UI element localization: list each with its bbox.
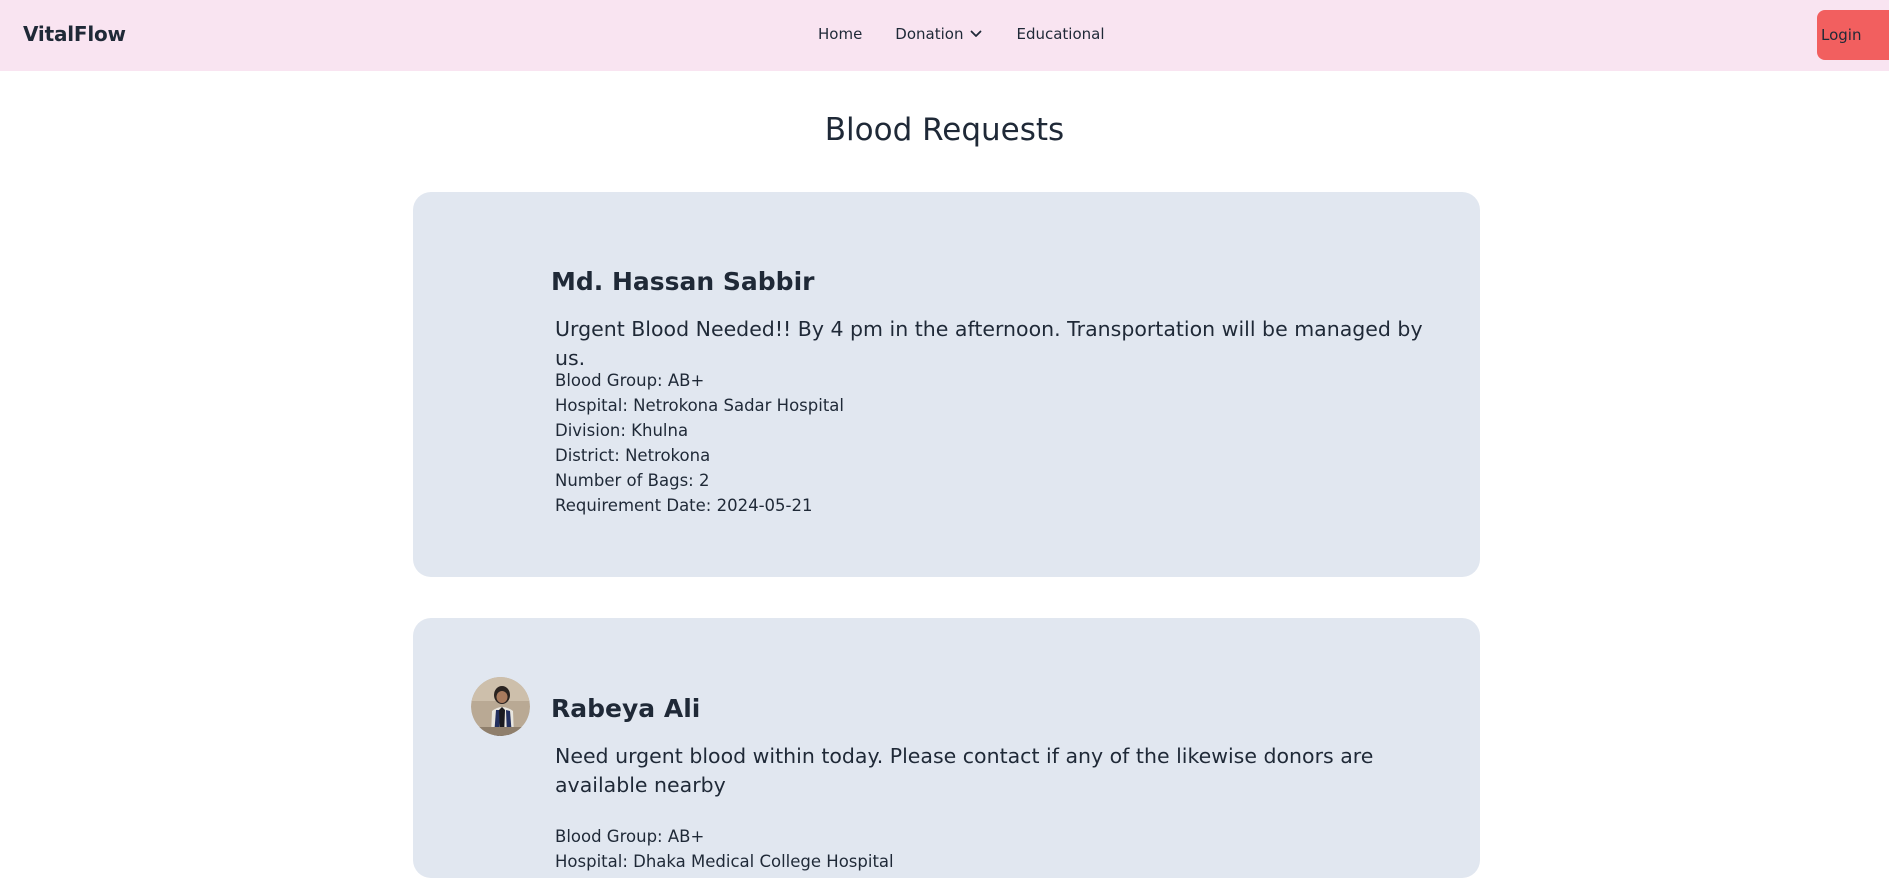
request-details: Blood Group: AB+ Hospital: Netrokona Sad… bbox=[555, 368, 844, 518]
detail-hospital: Hospital: Netrokona Sadar Hospital bbox=[555, 396, 844, 415]
login-button[interactable]: Login bbox=[1817, 10, 1889, 60]
nav-item-label: Educational bbox=[1016, 25, 1105, 43]
navbar: VitalFlow Home Donation Educational Logi… bbox=[0, 0, 1889, 71]
detail-requirement-date: Requirement Date: 2024-05-21 bbox=[555, 496, 813, 515]
detail-blood-group: Blood Group: AB+ bbox=[555, 827, 705, 846]
nav-links: Home Donation Educational bbox=[818, 25, 1105, 43]
brand-logo[interactable]: VitalFlow bbox=[23, 22, 126, 46]
nav-item-label: Home bbox=[818, 25, 863, 43]
page-title: Blood Requests bbox=[824, 112, 1065, 148]
nav-item-donation[interactable]: Donation bbox=[895, 25, 983, 43]
requester-name: Md. Hassan Sabbir bbox=[551, 267, 815, 296]
detail-district: District: Netrokona bbox=[555, 446, 711, 465]
blood-request-card: Rabeya Ali Need urgent blood within toda… bbox=[413, 618, 1480, 878]
detail-blood-group: Blood Group: AB+ bbox=[555, 371, 705, 390]
request-details: Blood Group: AB+ Hospital: Dhaka Medical… bbox=[555, 824, 894, 874]
avatar[interactable] bbox=[471, 677, 530, 736]
chevron-down-icon bbox=[971, 30, 982, 37]
requester-name: Rabeya Ali bbox=[551, 694, 701, 723]
request-message: Need urgent blood within today. Please c… bbox=[555, 744, 1374, 797]
blood-request-card: Md. Hassan Sabbir Urgent Blood Needed!! … bbox=[413, 192, 1480, 577]
avatar-photo bbox=[471, 677, 530, 736]
detail-division: Division: Khulna bbox=[555, 421, 689, 440]
nav-item-educational[interactable]: Educational bbox=[1016, 25, 1104, 43]
nav-item-home[interactable]: Home bbox=[818, 25, 862, 43]
nav-item-label: Donation bbox=[895, 25, 964, 43]
detail-hospital: Hospital: Dhaka Medical College Hospital bbox=[555, 852, 894, 871]
detail-number-of-bags: Number of Bags: 2 bbox=[555, 471, 710, 490]
request-message: Urgent Blood Needed!! By 4 pm in the aft… bbox=[555, 317, 1423, 370]
